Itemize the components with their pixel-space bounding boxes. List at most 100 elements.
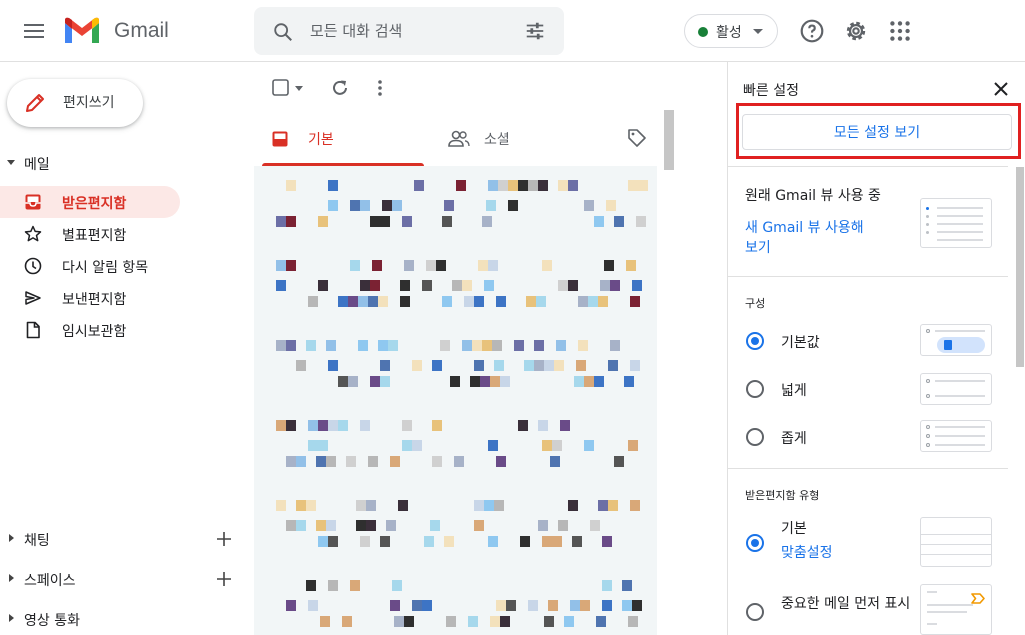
search-input[interactable] (310, 19, 510, 43)
sidebar-item-starred[interactable]: 별표편지함 (0, 218, 180, 250)
help-icon[interactable] (799, 18, 825, 44)
mail-row[interactable] (254, 570, 657, 635)
tab-social[interactable]: 소셜 (440, 110, 602, 166)
apps-grid-icon[interactable] (887, 18, 913, 44)
redacted-pixel (588, 296, 598, 307)
inbox-type-important-radio[interactable] (746, 603, 764, 621)
redacted-pixel (414, 180, 424, 191)
sidebar-item-label: 보낸편지함 (62, 292, 127, 308)
redacted-pixel (400, 296, 410, 307)
gmail-logo-icon[interactable] (62, 15, 102, 47)
redacted-pixel (628, 616, 638, 627)
settings-gear-icon[interactable] (843, 18, 869, 44)
redacted-pixel (422, 280, 432, 291)
redacted-pixel (360, 420, 370, 431)
redacted-pixel (610, 340, 620, 351)
redacted-pixel (596, 616, 606, 627)
search-bar[interactable] (254, 7, 564, 55)
mail-row[interactable] (254, 170, 657, 250)
redacted-pixel (326, 520, 336, 531)
plus-icon[interactable] (216, 531, 232, 547)
redacted-pixel (348, 376, 358, 387)
redacted-pixel (500, 376, 510, 387)
redacted-pixel (320, 616, 330, 627)
redacted-pixel (474, 296, 484, 307)
sidebar-item-drafts[interactable]: 임시보관함 (0, 314, 180, 346)
density-comfortable-thumbnail (920, 373, 992, 405)
main-menu-button[interactable] (18, 15, 50, 47)
mail-row[interactable] (254, 250, 657, 330)
redacted-pixel (432, 360, 442, 371)
redacted-pixel (316, 520, 326, 531)
redacted-pixel (636, 216, 646, 227)
tag-icon[interactable] (627, 128, 647, 148)
redacted-pixel (276, 500, 286, 511)
redacted-pixel (444, 536, 454, 547)
compose-button[interactable]: 편지쓰기 (7, 79, 143, 127)
sidebar-item-inbox[interactable]: 받은편지함 (0, 186, 180, 218)
redacted-pixel (286, 600, 296, 611)
refresh-icon[interactable] (330, 78, 350, 98)
sidebar-item-sent[interactable]: 보낸편지함 (0, 282, 180, 314)
redacted-pixel (560, 420, 570, 431)
redacted-pixel (594, 376, 604, 387)
redacted-pixel (584, 200, 594, 211)
redacted-pixel (624, 376, 634, 387)
redacted-pixel (608, 500, 618, 511)
list-scrollbar[interactable] (664, 110, 674, 170)
density-option-label: 기본값 (781, 335, 820, 351)
compose-label: 편지쓰기 (63, 95, 115, 111)
status-selector[interactable]: 활성 (684, 14, 778, 48)
inbox-type-default-radio[interactable] (746, 534, 764, 552)
new-view-link-2[interactable]: 보기 (745, 238, 771, 258)
redacted-pixel (356, 520, 366, 531)
search-options-icon[interactable] (524, 20, 546, 42)
sidebar-item-label: 다시 알림 항목 (62, 260, 149, 276)
density-comfortable-radio[interactable] (746, 380, 764, 398)
meet-section-header[interactable]: 영상 통화 (0, 605, 254, 633)
redacted-pixel (480, 376, 490, 387)
redacted-pixel (622, 580, 632, 591)
tab-primary[interactable]: 기본 (262, 110, 424, 166)
mail-row[interactable] (254, 330, 657, 410)
redacted-pixel (380, 536, 390, 547)
redacted-pixel (464, 296, 474, 307)
redacted-pixel (500, 616, 510, 627)
redacted-pixel (482, 216, 492, 227)
redacted-pixel (286, 456, 296, 467)
new-view-link[interactable]: 새 Gmail 뷰 사용해 (745, 218, 864, 238)
see-all-settings-button[interactable]: 모든 설정 보기 (742, 114, 1012, 150)
redacted-pixel (630, 296, 640, 307)
spaces-section-header[interactable]: 스페이스 (0, 565, 254, 593)
redacted-pixel (462, 340, 472, 351)
mail-row[interactable] (254, 490, 657, 570)
redacted-pixel (412, 360, 422, 371)
redacted-pixel (308, 420, 318, 431)
chevron-down-icon (753, 29, 763, 34)
density-compact-radio[interactable] (746, 428, 764, 446)
caret-right-icon (9, 574, 14, 582)
redacted-pixel (442, 216, 452, 227)
mail-row[interactable] (254, 410, 657, 490)
redacted-pixel (398, 500, 408, 511)
mail-section-header[interactable]: 메일 (0, 149, 254, 177)
redacted-pixel (380, 360, 390, 371)
sidebar-item-snoozed[interactable]: 다시 알림 항목 (0, 250, 180, 282)
redacted-pixel (338, 376, 348, 387)
more-vert-icon[interactable] (370, 78, 390, 98)
customize-link[interactable]: 맞춤설정 (781, 543, 833, 563)
density-default-radio[interactable] (746, 332, 764, 350)
plus-icon[interactable] (216, 571, 232, 587)
redacted-pixel (430, 520, 440, 531)
select-all-checkbox[interactable] (271, 78, 307, 98)
chat-section-header[interactable]: 채팅 (0, 525, 254, 553)
sidebar-item-label: 별표편지함 (62, 228, 127, 244)
redacted-pixel (276, 420, 286, 431)
panel-scrollbar[interactable] (1016, 167, 1024, 367)
quick-settings-panel: 빠른 설정 모든 설정 보기 원래 Gmail 뷰 사용 중 새 Gmail 뷰… (727, 62, 1025, 635)
redacted-pixel (358, 296, 368, 307)
star-icon (24, 225, 42, 242)
search-icon[interactable] (272, 21, 294, 43)
close-icon[interactable] (992, 80, 1010, 98)
redacted-pixel (402, 216, 412, 227)
